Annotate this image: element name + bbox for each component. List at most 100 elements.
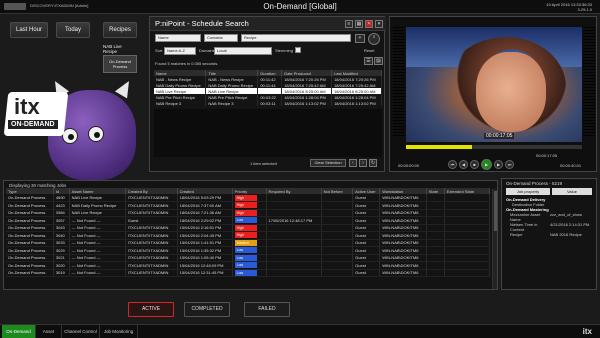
job-cell: --- Not Found --- [69, 239, 126, 247]
tab-on-demand[interactable]: On-Demand [2, 325, 36, 338]
sort-label: Sort [155, 48, 163, 53]
sort-select[interactable]: Name A-Z [164, 47, 196, 55]
schedule-search-panel: P:niPoint - Schedule Search ≡ ▦ ✕ ▾ Name… [149, 16, 386, 172]
job-cell: 3043 [53, 224, 70, 232]
delete-icon[interactable]: ✕ [365, 20, 373, 28]
jobs-panel: Displaying 30 matching Jobs Type Id Asset … [3, 180, 498, 290]
job-row[interactable]: On-Demand Process 3029 --- Not Found --- IT… [6, 246, 491, 255]
reset-link[interactable]: Reset [364, 48, 374, 53]
job-row[interactable]: On-Demand Process 3033 --- Not Found --- IT… [6, 239, 491, 247]
play-icon[interactable]: ▶ [481, 159, 492, 170]
detail-kv-row: Recipe NAB 2016 Recipe [506, 232, 596, 237]
next-page-icon[interactable]: › [359, 159, 367, 167]
job-row[interactable]: On-Demand Process 3043 --- Not Found --- IT… [6, 224, 491, 232]
job-row[interactable]: On-Demand Process 4423 NAB Daily Promo Rec… [6, 201, 491, 210]
job-cell [321, 224, 354, 232]
last-hour-button[interactable]: Last Hour [10, 22, 48, 38]
version-label: 3.29.1.0 [577, 7, 592, 12]
failed-filter-button[interactable]: FAILED [244, 302, 290, 317]
search-title: P:niPoint - Schedule Search [155, 19, 249, 28]
priority-badge: High [234, 224, 257, 231]
list-view-icon[interactable]: ≡ [345, 20, 353, 28]
priority-badge: High [234, 194, 257, 201]
jobs-scrollbar[interactable] [492, 189, 497, 289]
operator-select[interactable]: Contains [204, 34, 238, 42]
job-cell [266, 201, 322, 210]
on-demand-process-button[interactable]: On-Demand Process [103, 55, 137, 73]
priority-badge: High [234, 232, 257, 239]
job-cell [426, 194, 445, 202]
time-start: 00:00:00:00 [398, 163, 420, 168]
menu-icon[interactable]: ▾ [375, 20, 383, 28]
stop-icon[interactable]: ■ [470, 160, 479, 169]
job-cell [444, 224, 491, 232]
tab-job-monitoring[interactable]: Job Monitoring [100, 325, 138, 338]
refresh-icon[interactable]: ↻ [369, 159, 377, 167]
detail-value: 4/21/2016 2:14:31 PM [550, 222, 590, 227]
job-cell [321, 201, 354, 210]
search-icon[interactable]: ⌕ [368, 33, 380, 45]
completed-filter-button[interactable]: COMPLETED [184, 302, 230, 317]
today-button[interactable]: Today [56, 22, 90, 38]
detail-key: Recipe [510, 232, 523, 237]
job-cell [426, 239, 445, 247]
active-filter-button[interactable]: ACTIVE [128, 302, 174, 317]
search-result-row[interactable]: NAB Daily Promo Recipe NAB Daily Promo Re… [154, 82, 382, 88]
job-row[interactable]: On-Demand Process 3020 --- Not Found --- IT… [6, 261, 491, 270]
job-row[interactable]: On-Demand Process 4690 NAB Live Recipe ITXC… [6, 194, 491, 202]
job-row[interactable]: On-Demand Process 3021 --- Not Found --- IT… [6, 254, 491, 262]
job-row[interactable]: On-Demand Process 3019 --- Not Found --- IT… [6, 269, 491, 277]
fast-forward-icon[interactable]: ⏭ [505, 160, 514, 169]
stemming-checkbox[interactable] [295, 47, 301, 53]
domains-select[interactable]: Local [214, 47, 272, 55]
job-cell [321, 261, 354, 270]
tab-asset[interactable]: Asset [36, 325, 62, 338]
rewind-icon[interactable]: ⏮ [448, 160, 457, 169]
detail-kv-row: Mezzanine Asset Name zzz_and_of_show [506, 212, 596, 222]
search-cell: 18/04/2016 1:13:02 PM [281, 100, 333, 106]
prev-page-icon[interactable]: ‹ [349, 159, 357, 167]
clear-selection-button[interactable]: Clear Selection [310, 159, 346, 167]
add-filter-icon[interactable]: + [355, 34, 365, 43]
job-cell: --- Not Found --- [69, 224, 126, 232]
job-cell: --- Not Found --- [69, 216, 126, 225]
job-cell [444, 194, 491, 202]
search-input[interactable]: Recipe [241, 34, 351, 42]
search-header: P:niPoint - Schedule Search ≡ ▦ ✕ ▾ [150, 17, 386, 31]
grid-view-icon[interactable]: ▦ [355, 20, 363, 28]
search-cell: 18/04/2016 7:25:42 AM [331, 82, 382, 88]
job-cell: 15/04/2016 12:48:09 PM [177, 261, 233, 270]
jobs-scroll-thumb[interactable] [494, 191, 497, 231]
job-row[interactable]: On-Demand Process 3040 --- Not Found --- IT… [6, 231, 491, 240]
step-forward-icon[interactable]: ▶ [494, 160, 503, 169]
job-cell: WIN-NAB\DOKITM6 [379, 209, 427, 217]
field-select[interactable]: Name [155, 34, 201, 42]
job-row[interactable]: On-Demand Process 3984 NAB Live Recipe ITXC… [6, 209, 491, 217]
video-frame[interactable] [406, 27, 582, 142]
search-cell: NAB Recipe 3 [154, 100, 207, 106]
view-list-icon[interactable]: ☰ [364, 57, 373, 65]
itx-logo-text: itx [14, 94, 40, 119]
search-result-row[interactable]: NAB - News Recipe NAB - News Recipe 00:11:… [154, 76, 382, 82]
job-cell: 3021 [53, 254, 70, 262]
job-cell: WIN-NAB\DOKITM6 [379, 239, 427, 247]
search-result-row[interactable]: NAB Recipe 3 NAB Recipe 3 00:03:11 18/04/20… [154, 100, 382, 106]
tab-channel-control[interactable]: Channel Control [62, 325, 100, 338]
job-cell [444, 261, 491, 270]
recipes-button[interactable]: Recipes [103, 22, 137, 38]
job-cell: 3040 [53, 231, 70, 240]
jobs-col-header[interactable]: Active User [352, 188, 381, 194]
job-cell: 4423 [53, 201, 70, 210]
search-result-row[interactable]: NAB Pre Pitch Recipe NAB Pre Pitch Recipe… [154, 94, 382, 100]
job-cell [444, 254, 491, 262]
job-cell [426, 231, 445, 240]
job-cell: 3020 [53, 261, 70, 270]
view-thumbs-icon[interactable]: ▤ [374, 57, 383, 65]
detail-value: zzz_and_of_show [550, 212, 583, 217]
step-back-icon[interactable]: ◀ [459, 160, 468, 169]
job-cell: On-Demand Process [6, 194, 54, 202]
job-row[interactable]: On-Demand Process 3057 --- Not Found --- Gu… [6, 216, 491, 225]
transport-scrubber[interactable] [406, 145, 582, 149]
title-bar: DISCOVERY\ITXADMIN [Admin] On-Demand [Gl… [0, 0, 600, 14]
job-cell: Guest [352, 254, 381, 262]
